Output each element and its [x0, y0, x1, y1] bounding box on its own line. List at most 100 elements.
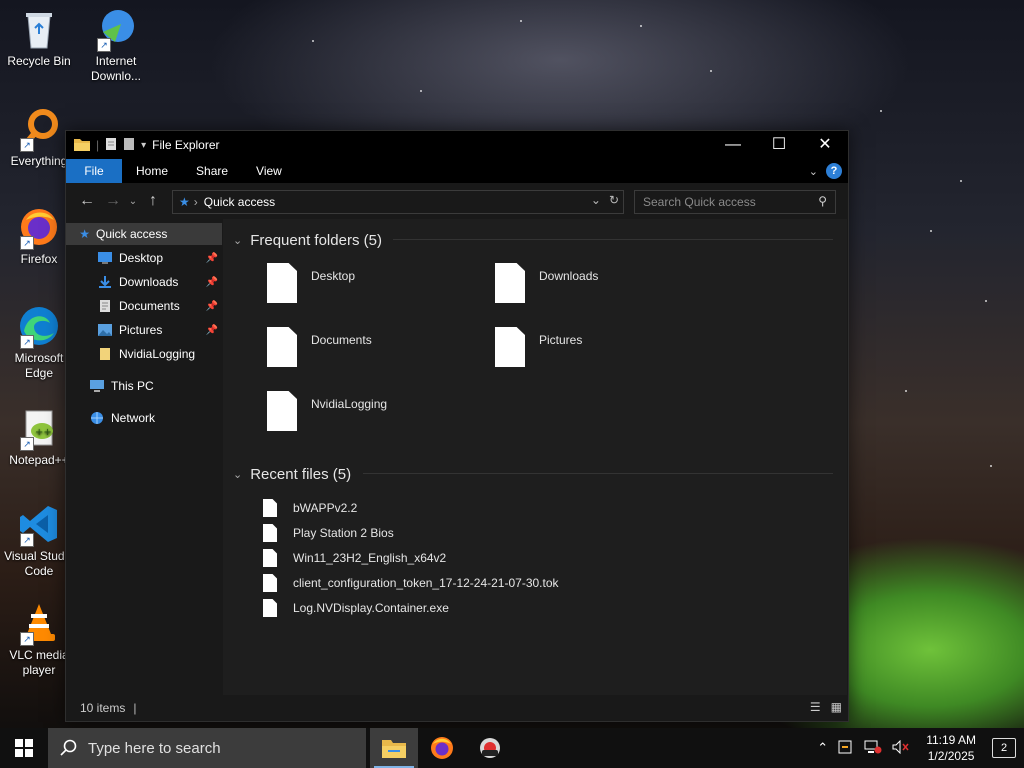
- notepad-plus-plus-icon: ++ ↗: [18, 407, 60, 451]
- tab-home[interactable]: Home: [122, 159, 182, 183]
- tab-share[interactable]: Share: [182, 159, 242, 183]
- customize-toolbar-chevron-icon[interactable]: ▾: [141, 140, 146, 151]
- minimize-button[interactable]: —: [710, 131, 756, 159]
- recent-locations-chevron-icon[interactable]: ⌄: [126, 196, 140, 207]
- sidebar-item-this-pc[interactable]: This PC: [66, 375, 222, 397]
- file-name: client_configuration_token_17-12-24-21-0…: [293, 576, 559, 590]
- close-button[interactable]: ✕: [802, 131, 848, 159]
- status-bar: 10 items | ☰ ▦: [66, 695, 848, 721]
- taskbar-file-explorer[interactable]: [370, 728, 418, 768]
- frequent-folders-header[interactable]: ⌄ Frequent folders (5): [233, 229, 833, 251]
- file-explorer-window: | ▾ File Explorer — ☐ ✕ File Home Share …: [65, 130, 849, 722]
- back-button[interactable]: ←: [74, 192, 100, 210]
- folder-thumbnail-icon: [267, 263, 297, 303]
- collapse-chevron-icon[interactable]: ⌄: [233, 234, 242, 247]
- refresh-icon[interactable]: ↻: [609, 193, 619, 207]
- sidebar-item-label: Downloads: [119, 275, 179, 289]
- search-box[interactable]: Search Quick access ⚲: [634, 190, 836, 214]
- quick-access-star-icon: ★: [79, 227, 90, 241]
- clock[interactable]: 11:19 AM 1/2/2025: [926, 732, 976, 764]
- recent-file-item[interactable]: client_configuration_token_17-12-24-21-0…: [263, 572, 559, 594]
- taskbar-firefox[interactable]: [418, 728, 466, 768]
- content-pane: ⌄ Frequent folders (5) Desktop Downloads…: [223, 219, 847, 695]
- shortcut-arrow-icon: ↗: [20, 138, 34, 152]
- pictures-folder-icon: [98, 324, 112, 336]
- frequent-folder-downloads[interactable]: Downloads: [495, 263, 598, 303]
- taskbar-gyroflow[interactable]: [466, 728, 514, 768]
- recent-file-item[interactable]: Play Station 2 Bios: [263, 522, 394, 544]
- file-name: Win11_23H2_English_x64v2: [293, 551, 447, 565]
- shortcut-arrow-icon: ↗: [20, 437, 34, 451]
- sidebar-item-quick-access[interactable]: ★ Quick access: [66, 223, 222, 245]
- folder-thumbnail-icon: [495, 327, 525, 367]
- everything-search-icon: ↗: [18, 108, 60, 152]
- desktop-icon-recycle-bin[interactable]: Recycle Bin: [1, 8, 77, 69]
- sidebar-item-network[interactable]: Network: [66, 407, 222, 429]
- expand-ribbon-chevron-icon[interactable]: ⌄: [809, 165, 818, 178]
- vscode-icon: ↗: [18, 503, 60, 547]
- tray-app-icon[interactable]: [838, 740, 854, 757]
- breadcrumb-quick-access[interactable]: Quick access: [204, 195, 275, 209]
- recent-files-header[interactable]: ⌄ Recent files (5): [233, 463, 833, 485]
- forward-button[interactable]: →: [100, 192, 126, 210]
- pin-icon[interactable]: 📌: [206, 277, 218, 288]
- tab-file[interactable]: File: [66, 159, 122, 183]
- collapse-chevron-icon[interactable]: ⌄: [233, 468, 242, 481]
- pin-icon[interactable]: 📌: [206, 253, 218, 264]
- sidebar-item-desktop[interactable]: Desktop 📌: [66, 247, 222, 269]
- search-icon: [60, 739, 77, 756]
- help-icon[interactable]: ?: [826, 163, 842, 179]
- search-icon: ⚲: [818, 194, 827, 208]
- file-name: Play Station 2 Bios: [293, 526, 394, 540]
- frequent-folder-pictures[interactable]: Pictures: [495, 327, 582, 367]
- folder-label: Desktop: [311, 269, 356, 283]
- recent-file-item[interactable]: Win11_23H2_English_x64v2: [263, 547, 446, 569]
- tab-view[interactable]: View: [242, 159, 296, 183]
- vlc-icon: ↗: [18, 602, 60, 646]
- frequent-folder-desktop[interactable]: Desktop: [267, 263, 355, 303]
- sidebar-item-documents[interactable]: Documents 📌: [66, 295, 222, 317]
- properties-icon[interactable]: [105, 137, 117, 154]
- sidebar-item-downloads[interactable]: Downloads 📌: [66, 271, 222, 293]
- show-hidden-icons-chevron-icon[interactable]: ⌃: [817, 740, 828, 756]
- details-view-icon[interactable]: ☰: [810, 700, 821, 714]
- recent-file-item[interactable]: Log.NVDisplay.Container.exe: [263, 597, 449, 619]
- up-button[interactable]: ↑: [140, 192, 166, 210]
- address-dropdown-chevron-icon[interactable]: ⌄: [591, 193, 601, 207]
- desktop-icon-internet-download-manager[interactable]: ↗ Internet Downlo...: [78, 8, 154, 84]
- file-name: bWAPPv2.2: [293, 501, 358, 515]
- breadcrumb-separator-icon: ›: [193, 195, 198, 209]
- folder-thumbnail-icon: [267, 391, 297, 431]
- ribbon-tabs: File Home Share View ⌄ ?: [66, 159, 848, 183]
- maximize-button[interactable]: ☐: [756, 131, 802, 159]
- volume-muted-icon[interactable]: [892, 739, 910, 757]
- file-icon: [263, 499, 277, 517]
- documents-folder-icon: [100, 300, 110, 312]
- network-disconnected-icon[interactable]: [864, 740, 882, 757]
- large-icons-view-icon[interactable]: ▦: [831, 700, 842, 714]
- address-bar[interactable]: ★ › Quick access ⌄ ↻: [172, 190, 624, 214]
- title-bar[interactable]: | ▾ File Explorer — ☐ ✕: [66, 131, 848, 159]
- search-placeholder: Search Quick access: [643, 195, 756, 209]
- clock-date: 1/2/2025: [927, 749, 975, 763]
- group-heading: Frequent folders (5): [250, 231, 382, 249]
- sidebar-item-label: NvidiaLogging: [119, 347, 196, 361]
- sidebar-item-label: Quick access: [96, 227, 168, 241]
- frequent-folder-documents[interactable]: Documents: [267, 327, 372, 367]
- pin-icon[interactable]: 📌: [206, 325, 218, 336]
- recent-file-item[interactable]: bWAPPv2.2: [263, 497, 357, 519]
- new-folder-icon[interactable]: [123, 137, 135, 154]
- taskbar-search-box[interactable]: Type here to search: [48, 728, 366, 768]
- start-button[interactable]: [0, 728, 48, 768]
- frequent-folder-nvidialogging[interactable]: NvidiaLogging: [267, 391, 387, 431]
- sidebar-item-nvidialogging[interactable]: NvidiaLogging: [66, 343, 222, 365]
- notification-center-button[interactable]: 2: [992, 738, 1016, 758]
- sidebar-item-pictures[interactable]: Pictures 📌: [66, 319, 222, 341]
- quick-access-toolbar: | ▾: [66, 137, 146, 154]
- sidebar-item-label: This PC: [111, 379, 154, 393]
- this-pc-icon: [90, 380, 104, 392]
- folder-thumbnail-icon: [267, 327, 297, 367]
- pin-icon[interactable]: 📌: [206, 301, 218, 312]
- folder-thumbnail-icon: [495, 263, 525, 303]
- folder-label: Downloads: [539, 269, 599, 283]
